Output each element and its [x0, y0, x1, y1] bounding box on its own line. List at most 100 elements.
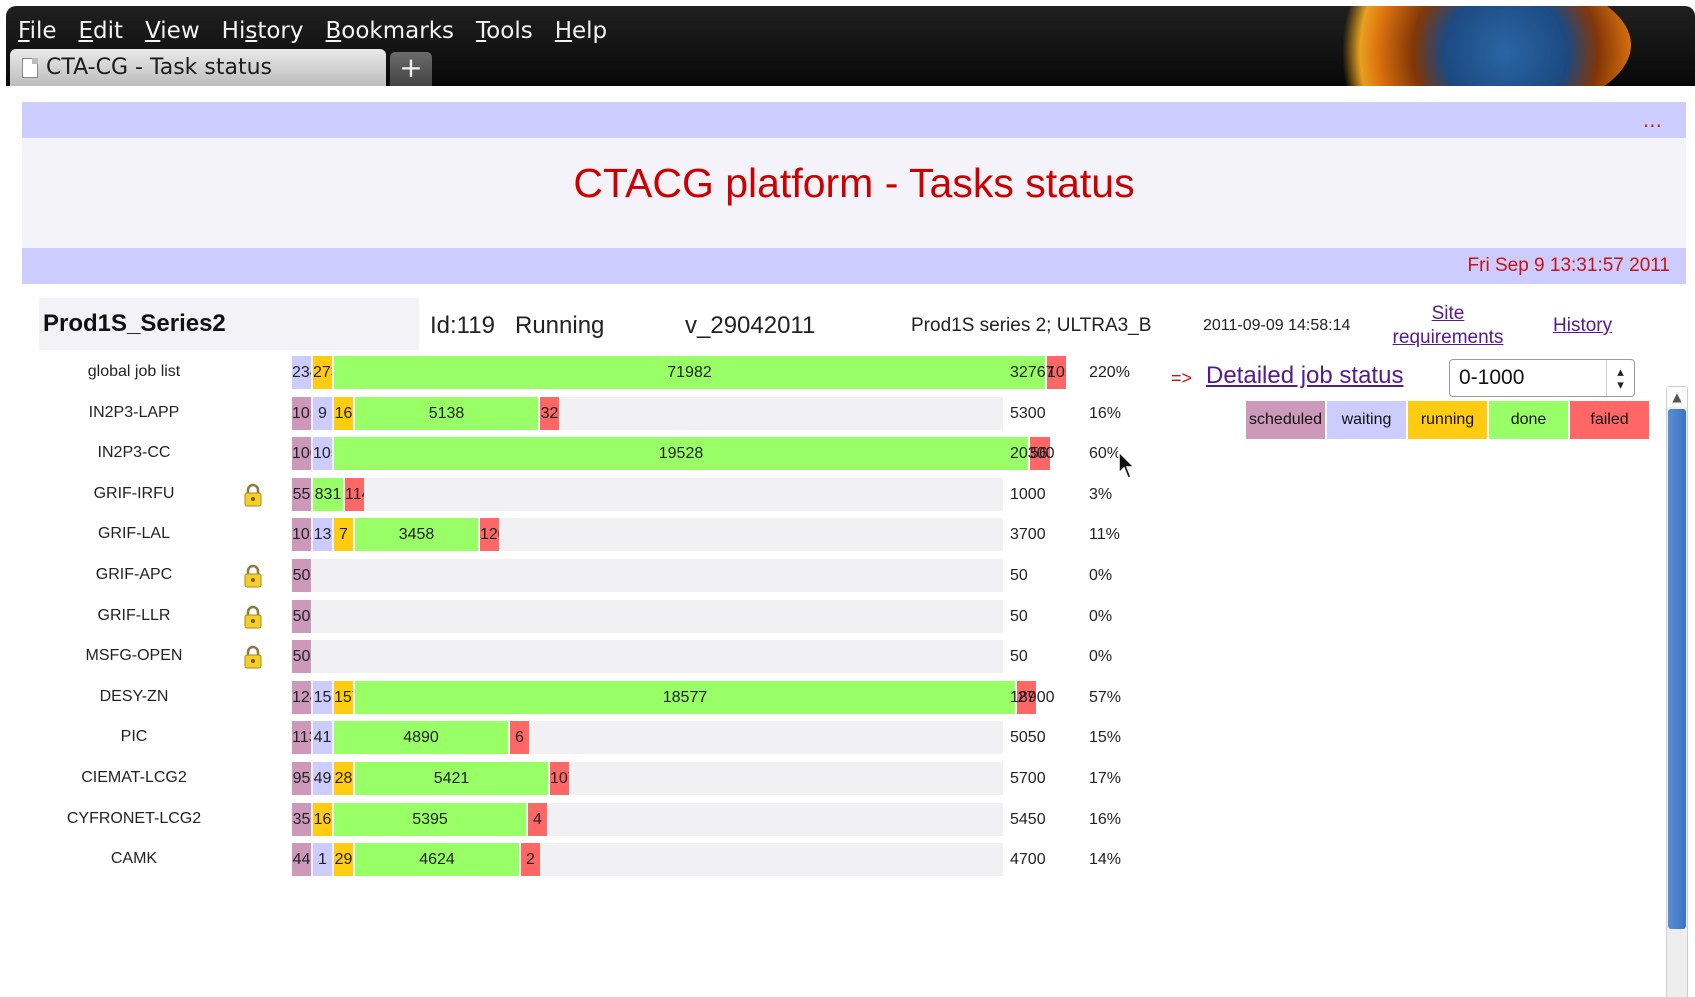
scroll-thumb[interactable] — [1668, 409, 1686, 929]
tab-title: CTA-CG - Task status — [46, 55, 273, 80]
site-name: GRIF-LLR — [97, 606, 171, 624]
segment-scheduled: 50 — [292, 640, 311, 674]
segment-done: 5138 — [355, 396, 538, 430]
segment-running: 273 — [313, 356, 332, 389]
site-requirements-link[interactable]: Site requirements — [1390, 302, 1506, 350]
site-total: 50 — [1010, 648, 1028, 666]
status-bar-track: 1134148906 — [292, 721, 1003, 755]
site-percent: 17% — [1089, 770, 1122, 787]
menu-item[interactable]: History — [222, 18, 304, 44]
status-legend: scheduled waiting running done failed — [1246, 401, 1649, 439]
segment-waiting: 13 — [313, 518, 332, 552]
site-name: MSFG-OPEN — [85, 647, 183, 665]
site-requirements-line1: Site — [1431, 303, 1465, 324]
segment-scheduled: 50 — [292, 559, 311, 592]
site-row: CIEMAT-LCG2 9549285421107 5700 17% — [36, 762, 1136, 795]
segment-running: 157 — [334, 680, 353, 714]
date-band: Fri Sep 9 13:31:57 2011 — [22, 248, 1686, 284]
site-row: IN2P3-CC 1001051952856720300 60% — [36, 437, 1136, 471]
site-percent: 16% — [1089, 810, 1122, 828]
site-total: 50 — [1010, 567, 1028, 584]
menu-item[interactable]: View — [145, 18, 200, 44]
status-bar-track: 35 16 5395 4 — [292, 802, 1003, 836]
browser-tab[interactable]: CTA-CG - Task status — [10, 49, 386, 86]
new-tab-button[interactable]: + — [390, 52, 432, 86]
site-percent: 16% — [1089, 404, 1122, 422]
segment-running: 16 — [313, 802, 332, 836]
site-name: IN2P3-CC — [97, 444, 171, 462]
lock-icon — [242, 483, 264, 507]
site-percent: 220% — [1089, 364, 1130, 381]
site-total: 20300 — [1010, 445, 1055, 463]
segment-scheduled: 113 — [292, 721, 311, 755]
segment-failed: 114 — [345, 477, 364, 511]
job-range-select[interactable]: 0-1000 ▴ ▾ — [1449, 359, 1635, 397]
segment-done: 19528 — [334, 437, 1028, 471]
site-percent: 3% — [1089, 485, 1113, 503]
site-row: global job list 23427371982105332767 220% — [36, 356, 1136, 389]
task-status: Running — [515, 312, 605, 339]
segment-scheduled: 95 — [292, 762, 311, 795]
top-band-dots[interactable]: ... — [1643, 108, 1662, 132]
mouse-cursor-icon — [1118, 451, 1136, 479]
segment-running: 28 — [334, 762, 353, 795]
page-title: CTACG platform - Tasks status — [573, 160, 1135, 206]
document-icon — [22, 57, 38, 78]
legend-running: running — [1408, 401, 1487, 439]
site-name: CIEMAT-LCG2 — [81, 769, 187, 786]
site-name: CYFRONET-LCG2 — [66, 809, 202, 827]
site-percent: 0% — [1089, 648, 1113, 666]
site-requirements-line2: requirements — [1392, 327, 1504, 348]
segment-waiting: 49 — [313, 762, 332, 795]
site-row: PIC 1134148906 5050 15% — [36, 721, 1136, 755]
site-percent: 60% — [1089, 445, 1122, 463]
history-link[interactable]: History — [1553, 315, 1612, 337]
site-name: GRIF-LAL — [97, 525, 170, 543]
site-name: CAMK — [110, 850, 158, 868]
browser-chrome: File Edit View History Bookmarks Tools Help CT… — [6, 6, 1695, 86]
spin-arrows-icon[interactable]: ▴ ▾ — [1606, 360, 1634, 396]
segment-waiting: 234 — [292, 356, 311, 389]
segment-scheduled: 55 — [292, 477, 311, 511]
task-id: Id:119 — [430, 312, 495, 339]
segment-failed: 4 — [528, 802, 547, 836]
menu-item[interactable]: Bookmarks — [326, 18, 455, 44]
site-row: IN2P3-LAPP 105916513832 5300 16% — [36, 396, 1136, 430]
menu-item[interactable]: File — [18, 18, 57, 44]
menu-item[interactable]: Tools — [476, 18, 533, 44]
detailed-job-status-link[interactable]: Detailed job status — [1206, 362, 1403, 390]
status-bar-track: 50 — [292, 559, 1003, 592]
segment-waiting: 9 — [313, 396, 332, 430]
site-percent: 15% — [1089, 729, 1122, 747]
vertical-scrollbar[interactable]: ▲ ▼ — [1666, 386, 1688, 997]
top-band: ... — [22, 102, 1686, 138]
segment-done: 831 — [313, 477, 343, 511]
lock-icon — [242, 605, 264, 629]
site-row: DESY-ZN 12415157185772718900 57% — [36, 680, 1136, 714]
task-name-box: Prod1S_Series2 — [39, 298, 419, 350]
menu-bar: File Edit View History Bookmarks Tools Help — [18, 18, 629, 44]
task-date: 2011-09-09 14:58:14 — [1203, 317, 1351, 334]
menu-item[interactable]: Edit — [79, 18, 124, 44]
task-version: v_29042011 — [685, 312, 816, 339]
site-row: MSFG-OPEN 50 50 0% — [36, 640, 1136, 674]
status-bar-track: 124151571857727 — [292, 680, 1036, 714]
segment-done: 4624 — [355, 843, 519, 877]
site-name: GRIF-IRFU — [93, 484, 175, 502]
site-row: GRIF-IRFU 55831114 1000 3% — [36, 477, 1136, 511]
status-bar-track: 55831114 — [292, 477, 1003, 511]
segment-scheduled: 100 — [292, 437, 311, 471]
status-bar-track: 44 1 29 4624 2 — [292, 843, 1003, 877]
segment-done: 3458 — [355, 518, 478, 552]
status-bar-track: 10010519528567 — [292, 437, 1050, 471]
scroll-up-arrow-icon[interactable]: ▲ — [1667, 387, 1687, 407]
segment-scheduled: 35 — [292, 802, 311, 836]
menu-item[interactable]: Help — [555, 18, 607, 44]
status-bar-track: 50 — [292, 640, 1003, 674]
site-total: 4700 — [1010, 851, 1046, 869]
site-row: GRIF-APC 50 50 0% — [36, 559, 1136, 592]
site-total: 5050 — [1010, 729, 1046, 747]
segment-failed: 107 — [550, 762, 569, 795]
site-name: GRIF-APC — [95, 566, 173, 583]
segment-done: 5421 — [355, 762, 548, 795]
